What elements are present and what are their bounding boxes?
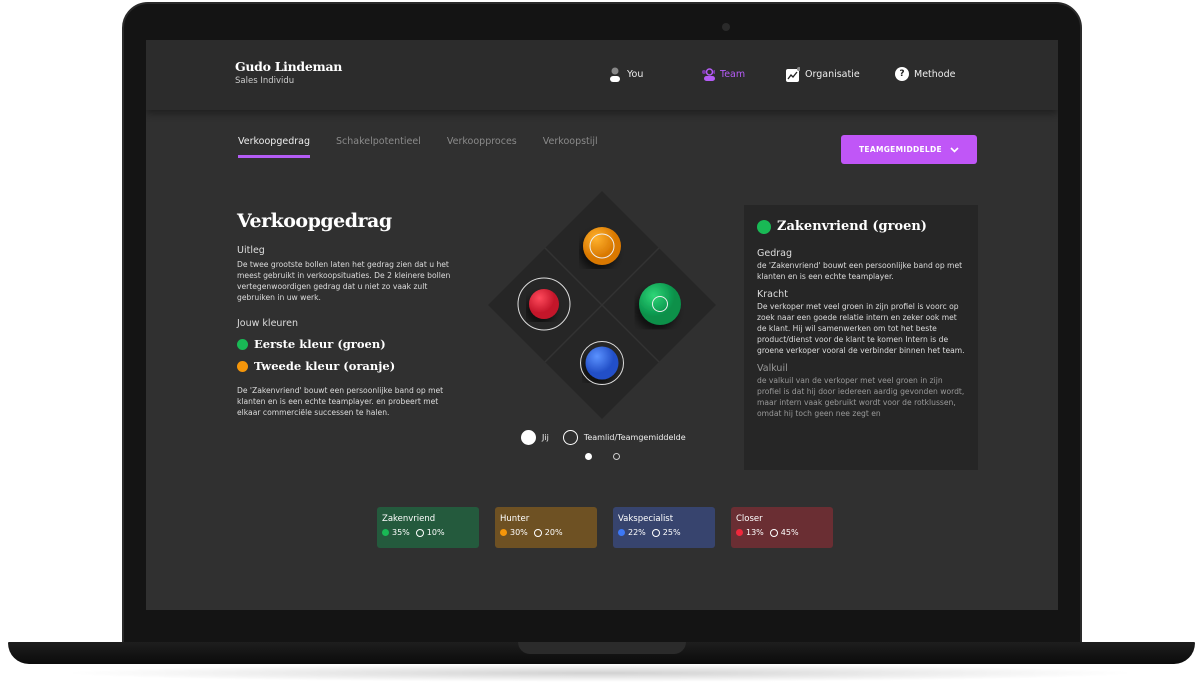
orange-ball[interactable] bbox=[583, 227, 621, 265]
tab-bar: Verkoopgedrag Schakelpotentieel Verkoopp… bbox=[238, 136, 598, 158]
blue-ball[interactable] bbox=[585, 346, 619, 380]
teamgemiddelde-dropdown[interactable]: TEAMGEMIDDELDE bbox=[841, 135, 977, 164]
team-legend-icon bbox=[562, 430, 578, 445]
nav-label: Methode bbox=[914, 68, 956, 80]
team-percentage: 45% bbox=[780, 528, 799, 537]
team-ring-icon bbox=[651, 528, 660, 537]
profile-card-hunter[interactable]: Hunter 30% 20% bbox=[495, 507, 597, 548]
camera bbox=[722, 23, 730, 31]
gedrag-text: de 'Zakenvriend' bouwt een persoonlijke … bbox=[757, 261, 963, 281]
you-percentage: 35% bbox=[392, 528, 410, 537]
you-legend-icon bbox=[521, 430, 536, 445]
page-dot-active[interactable] bbox=[585, 453, 592, 460]
orange-dot bbox=[237, 360, 248, 372]
dropdown-label: TEAMGEMIDDELDE bbox=[859, 145, 942, 154]
profile-card-zakenvriend[interactable]: Zakenvriend 35% 10% bbox=[377, 507, 479, 548]
laptop-notch bbox=[518, 642, 686, 654]
page-dot[interactable] bbox=[613, 453, 620, 460]
profile-cards: Zakenvriend 35% 10% Hunter 30% 20% Vakspec… bbox=[377, 507, 833, 548]
green-dot bbox=[237, 338, 248, 350]
green-dot bbox=[757, 219, 771, 234]
nav-team[interactable]: Team bbox=[701, 67, 745, 81]
card-name: Closer bbox=[736, 514, 763, 524]
you-percentage: 30% bbox=[510, 528, 528, 537]
color-description: De 'Zakenvriend' bouwt een persoonlijke … bbox=[237, 386, 444, 417]
green-ball[interactable] bbox=[639, 283, 681, 325]
profile-card-closer[interactable]: Closer 13% 45% bbox=[731, 507, 833, 548]
app-screen: Gudo Lindeman Sales Individu You Team Or… bbox=[146, 40, 1058, 610]
second-color-label: Tweede kleur (oranje) bbox=[254, 359, 396, 373]
uitleg-label: Uitleg bbox=[237, 245, 265, 256]
user-icon bbox=[608, 67, 622, 82]
tab-verkoopgedrag[interactable]: Verkoopgedrag bbox=[238, 136, 310, 158]
you-dot-icon bbox=[500, 529, 507, 536]
uitleg-text: De twee grootste bollen laten het gedrag… bbox=[237, 260, 451, 302]
card-name: Hunter bbox=[500, 514, 530, 524]
first-color-label: Eerste kleur (groen) bbox=[254, 337, 386, 351]
tab-verkoopproces[interactable]: Verkoopproces bbox=[447, 136, 517, 158]
kracht-label: Kracht bbox=[757, 289, 788, 300]
red-ball[interactable] bbox=[529, 289, 559, 319]
header: Gudo Lindeman Sales Individu You Team Or… bbox=[146, 40, 1058, 110]
tab-schakelpotentieel[interactable]: Schakelpotentieel bbox=[336, 136, 421, 158]
team-ring-icon bbox=[533, 528, 542, 537]
profile-card-vakspecialist[interactable]: Vakspecialist 22% 25% bbox=[613, 507, 715, 548]
nav-methode[interactable]: ? Methode bbox=[895, 67, 955, 81]
you-dot-icon bbox=[736, 529, 743, 536]
colors-label: Jouw kleuren bbox=[237, 318, 298, 329]
team-percentage: 20% bbox=[544, 528, 563, 537]
nav-label: Team bbox=[720, 68, 746, 80]
card-name: Vakspecialist bbox=[618, 514, 674, 524]
nav-you[interactable]: You bbox=[608, 67, 644, 82]
chart-legend: Jij Teamlid/Teamgemiddelde bbox=[521, 430, 686, 445]
panel-title: Zakenvriend (groen) bbox=[777, 219, 927, 234]
gedrag-label: Gedrag bbox=[757, 248, 792, 259]
tab-verkoopstijl[interactable]: Verkoopstijl bbox=[543, 136, 598, 158]
valkuil-label: Valkuil bbox=[757, 363, 788, 374]
chevron-down-icon bbox=[950, 146, 959, 153]
laptop-shadow bbox=[60, 664, 1140, 682]
user-role: Sales Individu bbox=[235, 76, 295, 86]
color-detail-panel: Zakenvriend (groen) Gedrag de 'Zakenvrie… bbox=[744, 205, 978, 470]
kracht-text: De verkoper met veel groen in zijn profi… bbox=[757, 302, 965, 355]
team-percentage: 25% bbox=[662, 528, 681, 537]
you-dot-icon bbox=[618, 529, 625, 536]
first-color: Eerste kleur (groen) bbox=[237, 337, 457, 351]
page-title: Verkoopgedrag bbox=[237, 210, 392, 232]
team-ring-icon bbox=[769, 528, 778, 537]
question-icon: ? bbox=[895, 67, 909, 81]
second-color: Tweede kleur (oranje) bbox=[237, 359, 457, 373]
nav-label: Organisatie bbox=[805, 68, 860, 80]
user-name: Gudo Lindeman bbox=[235, 59, 343, 74]
team-ring-icon bbox=[415, 528, 424, 537]
nav-organisatie[interactable]: Organisatie bbox=[786, 66, 860, 82]
team-icon bbox=[701, 67, 715, 81]
team-percentage: 10% bbox=[426, 528, 445, 537]
you-percentage: 22% bbox=[628, 528, 646, 537]
you-dot-icon bbox=[382, 529, 389, 536]
chart-icon bbox=[786, 66, 800, 82]
you-percentage: 13% bbox=[746, 528, 764, 537]
nav-label: You bbox=[627, 68, 644, 80]
pagination bbox=[585, 453, 620, 460]
card-name: Zakenvriend bbox=[382, 514, 436, 524]
valkuil-text: de valkuil van de verkoper met veel groe… bbox=[757, 376, 965, 418]
legend-you: Jij bbox=[542, 433, 549, 442]
explanation-section: Uitleg De twee grootste bollen laten het… bbox=[237, 245, 457, 418]
legend-team: Teamlid/Teamgemiddelde bbox=[583, 433, 686, 442]
